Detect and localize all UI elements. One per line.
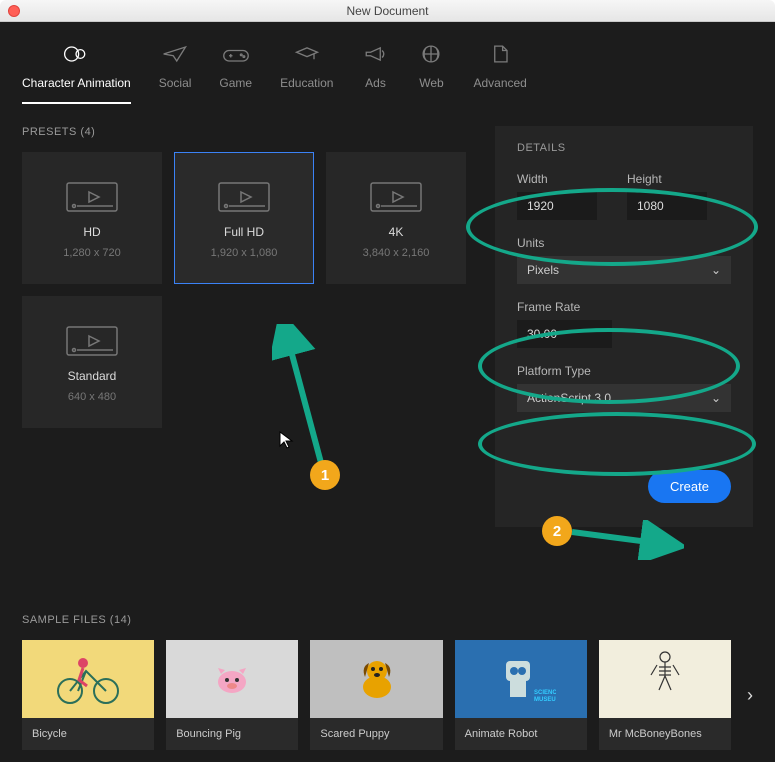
preset-4k[interactable]: 4K 3,840 x 2,160 [326,152,466,284]
video-preset-icon [367,177,425,217]
tab-advanced[interactable]: Advanced [473,42,526,104]
sample-thumb: SCIENCE MUSEUM [455,640,587,718]
globe-icon [417,42,445,66]
units-select[interactable]: Pixels ⌄ [517,256,731,284]
sample-bouncing-pig[interactable]: Bouncing Pig [166,640,298,750]
sample-thumb [166,640,298,718]
robot-icon: SCIENCE MUSEUM [486,649,556,709]
sample-thumb [22,640,154,718]
megaphone-icon [361,42,389,66]
framerate-input[interactable] [517,320,612,348]
units-label: Units [517,236,731,250]
samples-next-icon[interactable]: › [747,685,753,706]
pig-icon [207,654,257,704]
width-input[interactable] [517,192,597,220]
video-preset-icon [215,177,273,217]
video-preset-icon [63,321,121,361]
svg-text:SCIENCE: SCIENCE [534,690,556,696]
height-label: Height [627,172,707,186]
gamepad-icon [222,42,250,66]
sample-mr-mcboneybones[interactable]: Mr McBoneyBones [599,640,731,750]
platform-select[interactable]: ActionScript 3.0 ⌄ [517,384,731,412]
presets-heading: PRESETS (4) [22,126,475,138]
chevron-down-icon: ⌄ [711,391,721,405]
tab-character-animation[interactable]: Character Animation [22,42,131,104]
dialog-body: Character Animation Social Game Educatio… [0,22,775,762]
presets-panel: PRESETS (4) HD 1,280 x 720 Full HD 1,920… [22,126,475,527]
tab-web[interactable]: Web [417,42,445,104]
platform-label: Platform Type [517,364,731,378]
chevron-down-icon: ⌄ [711,263,721,277]
sample-scared-puppy[interactable]: Scared Puppy [310,640,442,750]
preset-hd[interactable]: HD 1,280 x 720 [22,152,162,284]
preset-standard[interactable]: Standard 640 x 480 [22,296,162,428]
framerate-label: Frame Rate [517,300,731,314]
video-preset-icon [63,177,121,217]
window-title: New Document [346,4,428,18]
puppy-icon [347,649,407,709]
tab-game[interactable]: Game [219,42,252,104]
sample-thumb [310,640,442,718]
category-tabs: Character Animation Social Game Educatio… [0,22,775,104]
sample-animate-robot[interactable]: SCIENCE MUSEUM Animate Robot [455,640,587,750]
sample-bicycle[interactable]: Bicycle [22,640,154,750]
document-icon [486,42,514,66]
tab-education[interactable]: Education [280,42,333,104]
skeleton-icon [645,649,685,709]
height-input[interactable] [627,192,707,220]
details-panel: DETAILS Width Height Units Pixels ⌄ [495,126,753,527]
samples-heading: SAMPLE FILES (14) [22,614,753,626]
character-animation-icon [62,42,90,66]
preset-full-hd[interactable]: Full HD 1,920 x 1,080 [174,152,314,284]
samples-panel: SAMPLE FILES (14) Bicycle [0,598,775,750]
sample-thumb [599,640,731,718]
create-button[interactable]: Create [648,470,731,503]
close-window-icon[interactable] [8,5,20,17]
width-label: Width [517,172,597,186]
tab-social[interactable]: Social [159,42,192,104]
bicycle-icon [48,649,128,709]
tab-ads[interactable]: Ads [361,42,389,104]
svg-text:MUSEUM: MUSEUM [534,697,556,703]
window-titlebar: New Document [0,0,775,22]
details-heading: DETAILS [517,142,731,154]
graduation-cap-icon [293,42,321,66]
paper-plane-icon [161,42,189,66]
